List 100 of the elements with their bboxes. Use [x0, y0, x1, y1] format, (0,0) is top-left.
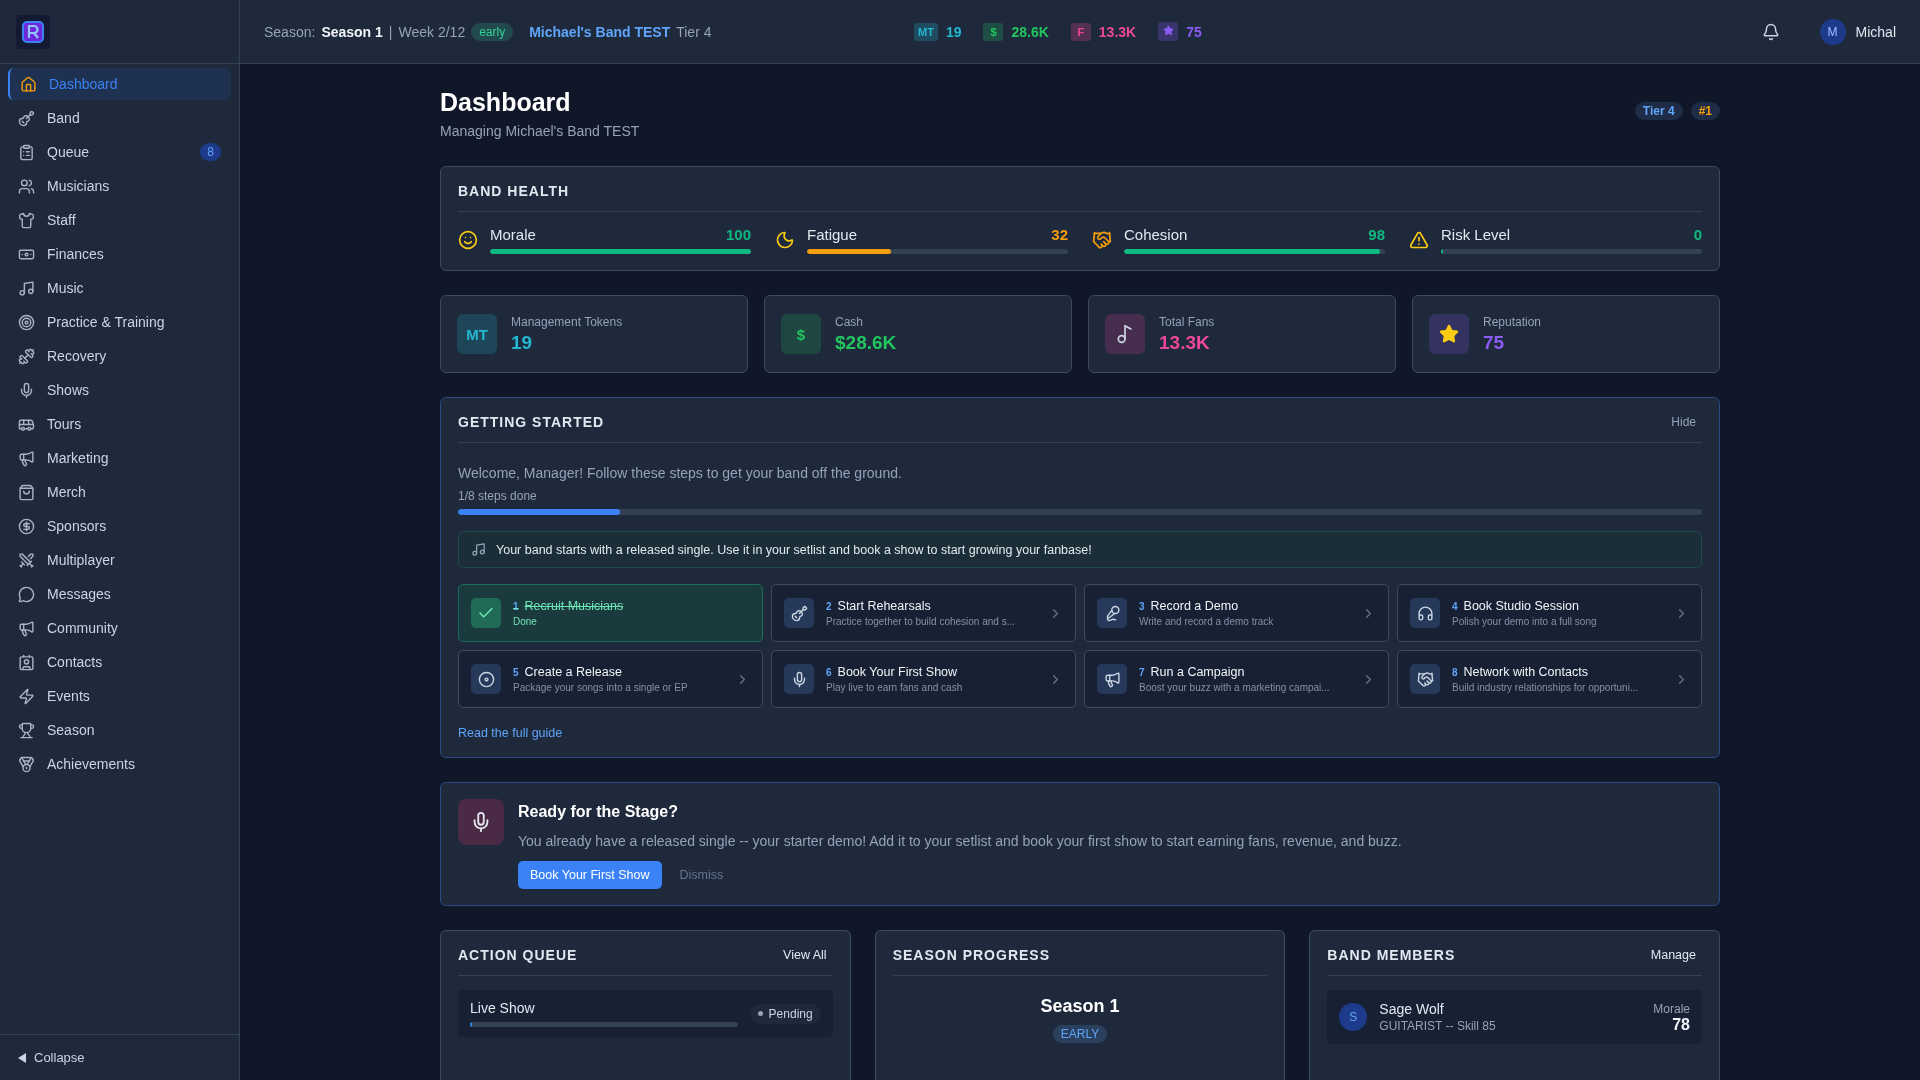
resource-tag: $: [983, 22, 1004, 41]
band-link[interactable]: Michael's Band TEST: [529, 23, 671, 40]
nav-item[interactable]: Merch: [8, 476, 231, 508]
metric-value: 32: [1051, 226, 1068, 243]
step-card[interactable]: 1 Recruit Musicians Done: [458, 584, 763, 642]
step-title: 7 Run a Campaign: [1139, 665, 1246, 679]
smile-icon: [458, 230, 478, 250]
collapse-button[interactable]: Collapse: [0, 1034, 239, 1080]
stat-label: Total Fans: [1159, 314, 1215, 329]
section-title: BAND MEMBERS: [1327, 947, 1456, 963]
manage-button[interactable]: Manage: [1644, 947, 1702, 963]
music-note-icon: [471, 542, 486, 557]
nav-item[interactable]: Recovery: [8, 340, 231, 372]
swords-icon: [18, 551, 35, 569]
shirt-icon: [18, 211, 35, 229]
nav-item[interactable]: Community: [8, 612, 231, 644]
stat-value: 13.3K: [1159, 331, 1211, 354]
nav-item[interactable]: Dashboard: [8, 68, 231, 100]
notification-bell-icon[interactable]: [1761, 22, 1780, 41]
nav-item[interactable]: Achievements: [8, 748, 231, 780]
stat-label: Morale: [1653, 1002, 1690, 1016]
collapse-arrow-icon: [18, 1052, 26, 1063]
season-label: Season:: [264, 23, 316, 40]
member-avatar: S: [1339, 1003, 1368, 1031]
step-title: 6 Book Your First Show: [826, 665, 959, 679]
rank-badge: #1: [1690, 102, 1720, 120]
nav-item[interactable]: Queue 8: [8, 136, 231, 168]
step-card[interactable]: 8 Network with Contacts Build industry relationships for opportuni...: [1397, 650, 1702, 708]
step-title: 3 Record a Demo: [1139, 599, 1240, 613]
member-name: Sage Wolf: [1379, 1001, 1445, 1017]
step-title: 2 Start Rehearsals: [826, 599, 932, 613]
user-avatar[interactable]: M: [1819, 18, 1846, 45]
step-title: 4 Book Studio Session: [1452, 599, 1580, 613]
shopping-bag-icon: [18, 483, 35, 501]
nav-item[interactable]: Finances: [8, 238, 231, 270]
member-row[interactable]: S Sage Wolf GUITARIST -- Skill 85 Morale 78: [1327, 990, 1702, 1044]
week-text: Week 2/12: [398, 23, 466, 40]
app-logo[interactable]: [16, 14, 50, 49]
music-note-icon: [1105, 314, 1145, 354]
step-subtitle: Write and record a demo track: [1139, 616, 1275, 627]
step-title: 8 Network with Contacts: [1452, 665, 1589, 679]
step-card[interactable]: 5 Create a Release Package your songs into a single or EP: [458, 650, 763, 708]
people-icon: [18, 177, 35, 195]
nav-item[interactable]: Tours: [8, 408, 231, 440]
stat-tag: $: [781, 314, 821, 354]
section-title: GETTING STARTED: [458, 414, 605, 430]
metric-name: Fatigue: [807, 226, 858, 243]
view-all-button[interactable]: View All: [777, 947, 833, 963]
nav-item[interactable]: Musicians: [8, 170, 231, 202]
nav-item[interactable]: Practice & Training: [8, 306, 231, 338]
nav-item[interactable]: Multiplayer: [8, 544, 231, 576]
step-subtitle: Boost your buzz with a marketing campai...: [1139, 682, 1331, 693]
metric-name: Cohesion: [1124, 226, 1188, 243]
microphone-icon: [458, 799, 504, 845]
intro-text: Welcome, Manager! Follow these steps to get your band off the ground.: [458, 465, 903, 481]
step-title: 5 Create a Release: [513, 665, 623, 679]
music-note-icon: [18, 279, 35, 297]
step-subtitle: Practice together to build cohesion and s...: [826, 616, 1016, 627]
callout-title: Ready for the Stage?: [518, 803, 680, 821]
resource-tag: MT: [914, 22, 938, 41]
stat-label: Cash: [835, 314, 864, 329]
nav-item[interactable]: Contacts: [8, 646, 231, 678]
step-subtitle: Done: [513, 616, 538, 627]
nav-item[interactable]: Marketing: [8, 442, 231, 474]
speech-bubble-icon: [18, 585, 35, 603]
nav-item[interactable]: Shows: [8, 374, 231, 406]
page-title: Dashboard: [440, 88, 572, 117]
step-card[interactable]: 2 Start Rehearsals Practice together to build cohesion and s...: [771, 584, 1076, 642]
step-card[interactable]: 4 Book Studio Session Polish your demo into a full song: [1397, 584, 1702, 642]
nav-item[interactable]: Sponsors: [8, 510, 231, 542]
stat-value: $28.6K: [835, 331, 897, 354]
nav-item[interactable]: Music: [8, 272, 231, 304]
medal-icon: [18, 755, 35, 773]
nav-item[interactable]: Band: [8, 102, 231, 134]
nav-item[interactable]: Events: [8, 680, 231, 712]
separator: |: [388, 23, 393, 40]
resource-tag: F: [1070, 22, 1091, 41]
trophy-icon: [18, 721, 35, 739]
nav-item[interactable]: Staff: [8, 204, 231, 236]
metric-name: Risk Level: [1441, 226, 1511, 243]
step-card[interactable]: 7 Run a Campaign Boost your buzz with a marketing campai...: [1084, 650, 1389, 708]
guide-link[interactable]: Read the full guide: [458, 726, 563, 740]
nav-item[interactable]: Season: [8, 714, 231, 746]
callout-text: You already have a released single -- your starter demo! Add it to your setlist and book your first show to start earning fans, revenue, and buzz.: [518, 833, 1402, 849]
microphone-icon: [18, 381, 35, 399]
phase-badge: EARLY: [1052, 1025, 1108, 1043]
nav-item[interactable]: Messages: [8, 578, 231, 610]
tip-text: Your band starts with a released single. Use it in your setlist and book a show to start growing your fanbase!: [496, 542, 1092, 557]
resource-value: 19: [945, 23, 962, 40]
step-card[interactable]: 3 Record a Demo Write and record a demo track: [1084, 584, 1389, 642]
step-card[interactable]: 6 Book Your First Show Play live to earn fans and cash: [771, 650, 1076, 708]
book-show-button[interactable]: Book Your First Show: [518, 861, 662, 889]
contact-card-icon: [18, 653, 35, 671]
step-subtitle: Build industry relationships for opportuni...: [1452, 682, 1640, 693]
stat-value: 19: [511, 331, 534, 354]
member-role: GUITARIST -- Skill 85: [1379, 1019, 1497, 1033]
queue-item[interactable]: Live Show Pending: [458, 990, 833, 1037]
status-badge: Pending: [749, 1003, 821, 1024]
hide-button[interactable]: Hide: [1665, 414, 1702, 430]
rank-badge: Tier 4: [1634, 102, 1683, 120]
